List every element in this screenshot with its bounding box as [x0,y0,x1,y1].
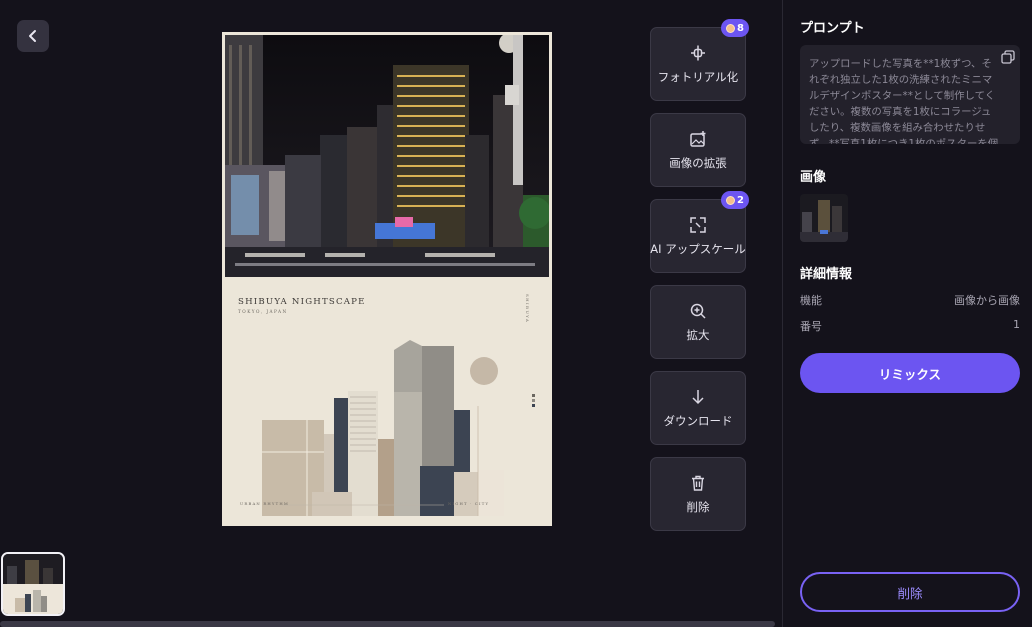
credit-badge: 8 [721,19,749,37]
image-expand-icon [690,130,706,147]
tool-label: フォトリアル化 [657,69,739,84]
details-heading: 詳細情報 [800,267,853,282]
prompt-heading: プロンプト [800,21,865,36]
tool-label: 画像の拡張 [669,155,727,170]
coin-icon [726,23,736,33]
download-button[interactable]: ダウンロード [650,371,746,445]
tool-label: 拡大 [686,327,710,342]
poster-illustration [262,340,535,516]
canvas-area: SHIBUYA NIGHTSCAPE TOKYO, JAPAN SHIBUYA [0,0,782,627]
trash-icon [692,475,704,491]
zoom-button[interactable]: 拡大 [650,285,746,359]
shibuya-night-photo [225,35,549,277]
delete-tool-button[interactable]: 削除 [650,457,746,531]
ai-upscale-button[interactable]: AI アップスケール 2 [650,191,749,273]
detail-row-number: 番号 1 [800,318,1020,334]
copy-icon[interactable] [1001,50,1015,64]
detail-row-feature: 機能 画像から画像 [800,292,1020,308]
poster-footer-right: NIGHT · CITY [448,501,490,506]
coin-icon [726,195,736,205]
chevron-left-icon [29,30,36,42]
image-expand-button[interactable]: 画像の拡張 [650,113,746,187]
tool-label: 削除 [686,499,710,514]
history-thumbnail[interactable] [1,552,65,616]
badge-count: 8 [737,22,744,34]
tool-label: ダウンロード [663,413,733,428]
tool-label: AI アップスケール [650,241,746,256]
credit-badge: 2 [721,191,749,209]
image-heading: 画像 [800,170,827,185]
detail-key: 機能 [800,294,822,307]
source-image [800,194,848,242]
detail-value: 1 [1013,318,1020,331]
poster-footer-left: URBAN RHYTHM [240,501,289,506]
source-image-thumbnail[interactable] [800,194,848,242]
generated-poster-image[interactable]: SHIBUYA NIGHTSCAPE TOKYO, JAPAN SHIBUYA [222,32,552,526]
remix-button[interactable]: リミックス [800,353,1020,393]
prompt-text-box[interactable]: アップロードした写真を**1枚ずつ、それぞれ独立した1枚の洗練されたミニマルデザ… [800,45,1020,144]
app-root: SHIBUYA NIGHTSCAPE TOKYO, JAPAN SHIBUYA [0,0,1032,627]
detail-value: 画像から画像 [954,294,1020,307]
photoreal-button[interactable]: フォトリアル化 8 [650,19,749,101]
horizontal-scrollbar[interactable] [0,621,775,627]
delete-button[interactable]: 削除 [800,572,1020,612]
details-panel: プロンプト アップロードした写真を**1枚ずつ、それぞれ独立した1枚の洗練された… [782,0,1032,627]
zoom-in-icon [690,303,706,319]
sparkle-icon [691,45,705,60]
download-icon [692,389,704,404]
expand-arrows-icon [690,216,706,233]
prompt-text: アップロードした写真を**1枚ずつ、それぞれ独立した1枚の洗練されたミニマルデザ… [809,58,999,144]
badge-count: 2 [737,194,744,206]
back-button[interactable] [17,20,49,52]
detail-key: 番号 [800,320,822,333]
thumbnail-image [3,554,63,614]
